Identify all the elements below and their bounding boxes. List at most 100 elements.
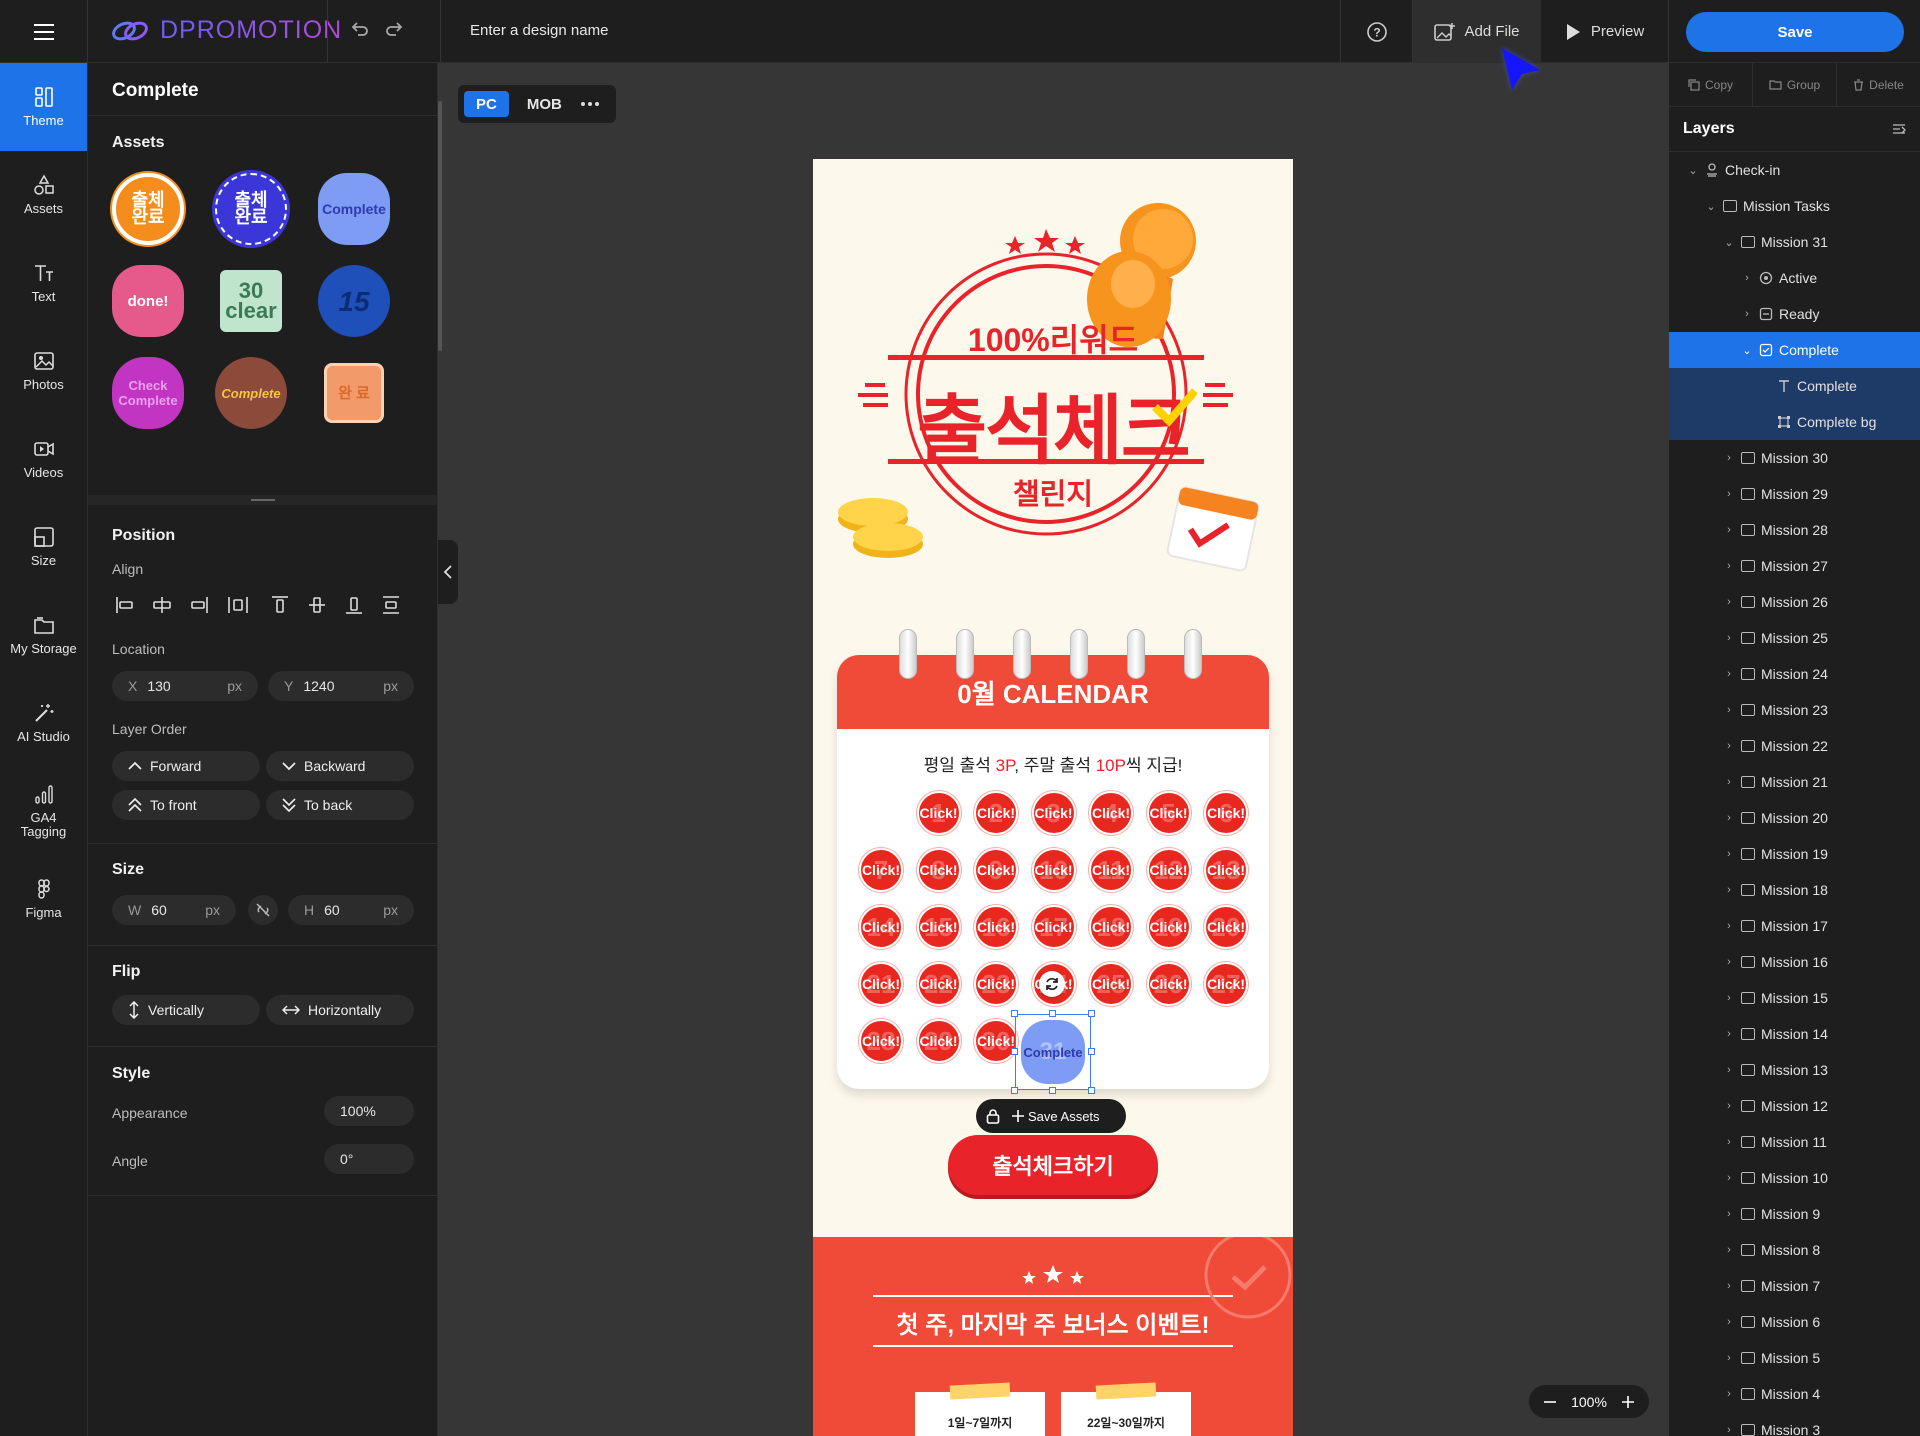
chevron-right-icon[interactable]: › <box>1723 668 1735 680</box>
calendar-day-button[interactable]: 4 Click! <box>1089 791 1133 835</box>
resize-handle[interactable] <box>1011 1048 1018 1055</box>
redo-icon[interactable] <box>384 18 406 40</box>
calendar-day-button[interactable]: 29 Click! <box>916 1019 961 1063</box>
chevron-right-icon[interactable]: › <box>1723 956 1735 968</box>
calendar-day-button[interactable]: 27 Click! <box>1204 962 1248 1006</box>
chevron-right-icon[interactable]: › <box>1723 1028 1735 1040</box>
resize-handle[interactable] <box>88 495 437 505</box>
rail-videos[interactable]: Videos <box>0 415 87 503</box>
layer-mission[interactable]: › Mission 26 <box>1669 584 1920 620</box>
asset-sticker-orange[interactable]: 출체 완료 <box>112 173 184 245</box>
to-back-button[interactable]: To back <box>266 790 414 820</box>
asset-sticker-pink[interactable]: done! <box>112 265 184 337</box>
chevron-right-icon[interactable]: › <box>1723 920 1735 932</box>
tab-mob[interactable]: MOB <box>515 91 574 117</box>
tab-pc[interactable]: PC <box>464 91 509 117</box>
calendar-day-button[interactable]: 9 Click! <box>974 848 1018 892</box>
collapse-panel-button[interactable] <box>438 540 458 604</box>
chevron-right-icon[interactable]: › <box>1723 452 1735 464</box>
save-button[interactable]: Save <box>1686 12 1904 52</box>
asset-sticker-magenta[interactable]: Check Complete <box>112 357 184 429</box>
save-assets-button[interactable]: Save Assets <box>1012 1109 1100 1124</box>
layer-complete[interactable]: ⌄ Complete <box>1669 332 1920 368</box>
resize-handle[interactable] <box>1088 1010 1095 1017</box>
zoom-in-icon[interactable] <box>1621 1395 1635 1409</box>
resize-handle[interactable] <box>1088 1048 1095 1055</box>
selected-complete-element[interactable]: 31 Complete <box>1011 1010 1095 1094</box>
chevron-right-icon[interactable]: › <box>1723 488 1735 500</box>
y-position-field[interactable]: Y 1240 px <box>268 671 414 701</box>
layer-mission[interactable]: › Mission 20 <box>1669 800 1920 836</box>
calendar-day-button[interactable]: 13 Click! <box>1204 848 1248 892</box>
help-button[interactable]: ? <box>1340 0 1413 63</box>
chevron-right-icon[interactable]: › <box>1723 812 1735 824</box>
chevron-right-icon[interactable]: › <box>1723 560 1735 572</box>
calendar-day-button[interactable]: 28 Click! <box>859 1019 903 1063</box>
layer-mission[interactable]: › Mission 8 <box>1669 1232 1920 1268</box>
layer-mission[interactable]: › Mission 29 <box>1669 476 1920 512</box>
layer-mission[interactable]: › Mission 13 <box>1669 1052 1920 1088</box>
layer-mission[interactable]: › Mission 10 <box>1669 1160 1920 1196</box>
x-position-field[interactable]: X 130 px <box>112 671 258 701</box>
layer-mission[interactable]: › Mission 4 <box>1669 1376 1920 1412</box>
calendar-day-button[interactable]: 14 Click! <box>859 905 903 949</box>
rotate-handle[interactable] <box>1039 971 1065 997</box>
check-in-cta-button[interactable]: 출석체크하기 <box>948 1135 1158 1195</box>
chevron-right-icon[interactable]: › <box>1723 992 1735 1004</box>
calendar-day-button[interactable]: 3 Click! <box>1031 791 1076 835</box>
resize-handle[interactable] <box>1088 1087 1095 1094</box>
rail-my-storage[interactable]: My Storage <box>0 591 87 679</box>
asset-sticker-lavender[interactable]: Complete <box>318 173 390 245</box>
assets-scrollbar[interactable] <box>438 101 442 351</box>
lock-ratio-toggle[interactable] <box>248 895 278 925</box>
layer-mission[interactable]: › Mission 30 <box>1669 440 1920 476</box>
calendar-day-button[interactable]: 25 Click! <box>1089 962 1133 1006</box>
layer-mission[interactable]: › Mission 5 <box>1669 1340 1920 1376</box>
asset-sticker-blue[interactable]: 출체 완료 <box>215 173 287 245</box>
rail-theme[interactable]: Theme <box>0 63 87 151</box>
resize-handle[interactable] <box>1011 1087 1018 1094</box>
brand-logo[interactable]: DPROMOTION <box>110 16 342 45</box>
backward-button[interactable]: Backward <box>266 751 414 781</box>
flip-vertical-button[interactable]: Vertically <box>112 995 260 1025</box>
layer-mission-tasks[interactable]: ⌄ Mission Tasks <box>1669 188 1920 224</box>
calendar-day-button[interactable]: 7 Click! <box>859 848 903 892</box>
layer-complete-text[interactable]: Complete <box>1669 368 1920 404</box>
chevron-right-icon[interactable]: › <box>1723 1424 1735 1436</box>
layer-mission[interactable]: › Mission 27 <box>1669 548 1920 584</box>
resize-handle[interactable] <box>1049 1087 1056 1094</box>
flip-horizontal-button[interactable]: Horizontally <box>266 995 414 1025</box>
layer-active[interactable]: › Active <box>1669 260 1920 296</box>
calendar-day-button[interactable]: 11 Click! <box>1089 848 1133 892</box>
resize-handle[interactable] <box>1011 1010 1018 1017</box>
calendar-day-button[interactable]: 17 Click! <box>1031 905 1076 949</box>
chevron-right-icon[interactable]: › <box>1723 704 1735 716</box>
calendar-day-button[interactable]: 23 Click! <box>974 962 1018 1006</box>
calendar-day-button[interactable]: 5 Click! <box>1146 791 1191 835</box>
calendar-day-button[interactable]: 6 Click! <box>1204 791 1248 835</box>
layer-mission[interactable]: › Mission 11 <box>1669 1124 1920 1160</box>
layer-mission[interactable]: › Mission 12 <box>1669 1088 1920 1124</box>
chevron-right-icon[interactable]: › <box>1723 1316 1735 1328</box>
zoom-out-icon[interactable] <box>1543 1395 1557 1409</box>
chevron-down-icon[interactable]: ⌄ <box>1687 164 1699 177</box>
chevron-right-icon[interactable]: › <box>1723 1064 1735 1076</box>
layer-mission[interactable]: › Mission 22 <box>1669 728 1920 764</box>
width-field[interactable]: W 60 px <box>112 895 236 925</box>
calendar-day-button[interactable]: 21 Click! <box>859 962 903 1006</box>
chevron-right-icon[interactable]: › <box>1723 596 1735 608</box>
chevron-right-icon[interactable]: › <box>1741 308 1753 320</box>
layer-mission[interactable]: › Mission 23 <box>1669 692 1920 728</box>
asset-sticker-brown[interactable]: Complete <box>215 357 287 429</box>
calendar-day-button[interactable]: 8 Click! <box>916 848 961 892</box>
layer-mission[interactable]: › Mission 21 <box>1669 764 1920 800</box>
layer-mission[interactable]: › Mission 7 <box>1669 1268 1920 1304</box>
appearance-field[interactable]: 100% <box>324 1096 414 1126</box>
copy-button[interactable]: Copy <box>1669 63 1753 106</box>
layer-mission[interactable]: › Mission 25 <box>1669 620 1920 656</box>
chevron-right-icon[interactable]: › <box>1723 848 1735 860</box>
calendar-day-button[interactable]: 10 Click! <box>1031 848 1076 892</box>
asset-sticker-navy[interactable]: 15 <box>318 265 390 337</box>
layer-mission[interactable]: › Mission 24 <box>1669 656 1920 692</box>
calendar-day-button[interactable]: 18 Click! <box>1089 905 1133 949</box>
